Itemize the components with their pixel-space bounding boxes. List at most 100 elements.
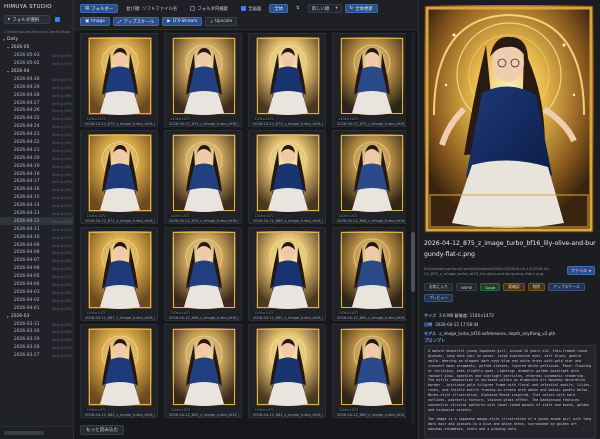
tree-item-day[interactable]: 2026-04-19 String (88) (0, 162, 73, 170)
tag-button[interactable]: Good (480, 283, 501, 291)
thumbnail-card[interactable]: 1104×1472 2026-04-12_875_z_image_turbo_bf… (80, 33, 158, 127)
filter-upscale-en-button[interactable]: ⌕ Upscale (205, 17, 238, 26)
tree-item-day[interactable]: 2026-04-17 String (98) (0, 178, 73, 186)
tree-item-day[interactable]: 2026-04-10 String (97) (0, 233, 73, 241)
thumbnail-card[interactable]: 1104×1472 2026-04-12_872_z_image_turbo_bf… (332, 33, 406, 127)
thumbnail-image[interactable] (256, 231, 320, 309)
thumbnail-card[interactable]: 1104×1472 2026-04-12_871_z_image_turbo_bf… (80, 130, 158, 224)
open-file-button[interactable]: ファイル ▾ (567, 266, 596, 275)
tree-item-day[interactable]: 2026-04-25 String (89) (0, 115, 73, 123)
tree-item-day[interactable]: 2026-04-28 String (98) (0, 91, 73, 99)
thumbnail-image[interactable] (172, 134, 236, 212)
tab-all[interactable]: 全体 (269, 4, 289, 13)
thumbnail-image[interactable] (256, 134, 320, 212)
thumbnail-image[interactable] (340, 134, 404, 212)
tree-item-day[interactable]: 2026-04-22 String (96) (0, 139, 73, 147)
tree-item-day[interactable]: 2026-04-11 String (93) (0, 225, 73, 233)
filter-image-button[interactable]: ▣ Image (80, 17, 110, 26)
gallery-scrollbar[interactable] (411, 32, 415, 425)
tree-item-day[interactable]: 2026-04-21 String (91) (0, 146, 73, 154)
tree-item-day[interactable]: 2026-04-06 String (99) (0, 265, 73, 273)
tag-button[interactable]: 削除 (527, 283, 546, 291)
tree-item-group[interactable]: ▾ 2026-05 (0, 44, 73, 52)
recursive-checkbox[interactable] (55, 17, 60, 22)
tree-item-day[interactable]: 2026-04-13 String (94) (0, 210, 73, 218)
fullscreen-toggle[interactable]: 全画面 (236, 4, 266, 13)
thumbnail-image[interactable] (88, 328, 152, 406)
thumbnail-image[interactable] (256, 328, 320, 406)
tree-item-day[interactable]: 2026-04-09 String (95) (0, 241, 73, 249)
thumbnail-image[interactable] (172, 328, 236, 406)
gallery-scrollbar-thumb[interactable] (411, 232, 415, 292)
tree-item-day[interactable]: 2026-04-24 String (97) (0, 123, 73, 131)
tree-item-day[interactable]: 2026-04-07 String (88) (0, 257, 73, 265)
tree-item-day[interactable]: 2026-04-08 String (99) (0, 249, 73, 257)
chevron-icon[interactable]: ▾ (3, 37, 5, 42)
tree-item-day[interactable]: 2026-03-29 String (98) (0, 336, 73, 344)
tree-item-day[interactable]: 2026-04-14 String (99) (0, 202, 73, 210)
search-checkbox[interactable] (190, 6, 196, 11)
thumbnail-image[interactable] (340, 328, 404, 406)
tree-item-group[interactable]: ▸ 2026-03 (0, 312, 73, 320)
folder-button[interactable]: ▤ フォルダー (80, 4, 119, 13)
tree-item-day[interactable]: 2026-03-28 String (97) (0, 344, 73, 352)
tree-item-day[interactable]: 2026-04-16 String (96) (0, 186, 73, 194)
tree-item-day[interactable]: 2026-04-12 String (99) (0, 217, 73, 226)
thumbnail-card[interactable]: 1104×1472 2026-04-12_861_z_image_turbo_bf… (248, 324, 326, 418)
sidebar-scrollbar[interactable] (4, 431, 44, 435)
chevron-icon[interactable]: ▾ (7, 45, 9, 50)
thumbnail-card[interactable]: 1104×1472 2026-04-12_868_z_image_turbo_bf… (332, 130, 406, 224)
tree-item-day[interactable]: 2026-04-27 String (99) (0, 99, 73, 107)
tree-item-day[interactable]: 2026-04-20 String (99) (0, 154, 73, 162)
sort-select[interactable]: 新しい順 ▾ (307, 4, 342, 13)
tag-button[interactable]: NSFW (455, 283, 478, 291)
thumbnail-image[interactable] (172, 231, 236, 309)
tree-item-day[interactable]: 2026-04-26 String (99) (0, 107, 73, 115)
chevron-icon[interactable]: ▾ (7, 69, 9, 74)
tree-item-day[interactable]: 2026-05-03 String (99) (0, 52, 73, 60)
thumbnail-image[interactable] (340, 231, 404, 309)
folder-search-toggle[interactable]: フォルダ内検索 (185, 4, 233, 13)
thumbnail-image[interactable] (172, 37, 236, 115)
tree-item-day[interactable]: 2026-04-30 String (79) (0, 75, 73, 83)
tree-item-group[interactable]: ▾ Daily (0, 36, 73, 44)
prompt-text[interactable]: A mature beautiful young Japanese girl, … (424, 345, 596, 439)
thumbnail-card[interactable]: 1104×1472 2026-04-12_863_z_image_turbo_bf… (80, 324, 158, 418)
folder-select-button[interactable]: ▸ フォルダ選択 (4, 15, 50, 24)
filter-upscale-button[interactable]: ⤢ アップスケール (112, 17, 160, 26)
filter-ltx-button[interactable]: ▶ LTX-Stream (162, 17, 203, 26)
tag-button[interactable]: プレビュー (424, 294, 453, 302)
tree-item-day[interactable]: 2026-04-01 String (99) (0, 304, 73, 312)
fullscreen-checkbox[interactable] (241, 6, 247, 11)
tree-item-day[interactable]: 2026-04-23 String (90) (0, 131, 73, 139)
chevron-icon[interactable]: ▸ (7, 314, 9, 319)
tree-item-day[interactable]: 2026-03-27 String (93) (0, 352, 73, 360)
thumbnail-card[interactable]: 1104×1472 2026-04-12_869_z_image_turbo_bf… (248, 130, 326, 224)
tree-item-day[interactable]: 2026-03-30 String (96) (0, 328, 73, 336)
thumbnail-image[interactable] (88, 37, 152, 115)
thumbnail-image[interactable] (256, 37, 320, 115)
thumbnail-card[interactable]: 1104×1472 2026-04-12_864_z_image_turbo_bf… (332, 227, 406, 321)
thumbnail-card[interactable]: 1104×1472 2026-04-12_860_z_image_turbo_bf… (332, 324, 406, 418)
tree-item-day[interactable]: 2026-03-31 String (99) (0, 320, 73, 328)
filename-sort-option[interactable]: 並び順: ソフトファイル名 (121, 4, 182, 13)
tree-item-day[interactable]: 2026-04-04 String (99) (0, 281, 73, 289)
tree-item-day[interactable]: 2026-04-15 String (91) (0, 194, 73, 202)
tree-item-group[interactable]: ▾ 2026-04 (0, 68, 73, 76)
thumbnail-card[interactable]: 1104×1472 2026-04-12_866_z_image_turbo_bf… (164, 227, 242, 321)
tree-item-day[interactable]: 2026-04-05 String (97) (0, 273, 73, 281)
thumbnail-card[interactable]: 1104×1472 2026-04-12_865_z_image_turbo_bf… (248, 227, 326, 321)
thumbnail-card[interactable]: 1104×1472 2026-04-12_870_z_image_turbo_bf… (164, 130, 242, 224)
refresh-button[interactable]: ↻ 全体更新 (344, 4, 378, 13)
thumbnail-card[interactable]: 1104×1472 2026-04-12_873_z_image_turbo_bf… (248, 33, 326, 127)
tag-button[interactable]: 要確認 (503, 283, 525, 291)
thumbnail-card[interactable]: 1104×1472 2026-04-12_862_z_image_turbo_bf… (164, 324, 242, 418)
image-preview[interactable] (424, 5, 594, 233)
thumbnail-image[interactable] (88, 134, 152, 212)
load-more-button[interactable]: もっと読み込む (80, 425, 125, 435)
tree-item-day[interactable]: 2026-04-03 String (96) (0, 289, 73, 297)
tree-item-day[interactable]: 2026-04-02 String (98) (0, 296, 73, 304)
thumbnail-image[interactable] (340, 37, 404, 115)
sort-direction-button[interactable]: ⇅ (291, 4, 305, 13)
tag-button[interactable]: お気に入り (424, 283, 453, 291)
